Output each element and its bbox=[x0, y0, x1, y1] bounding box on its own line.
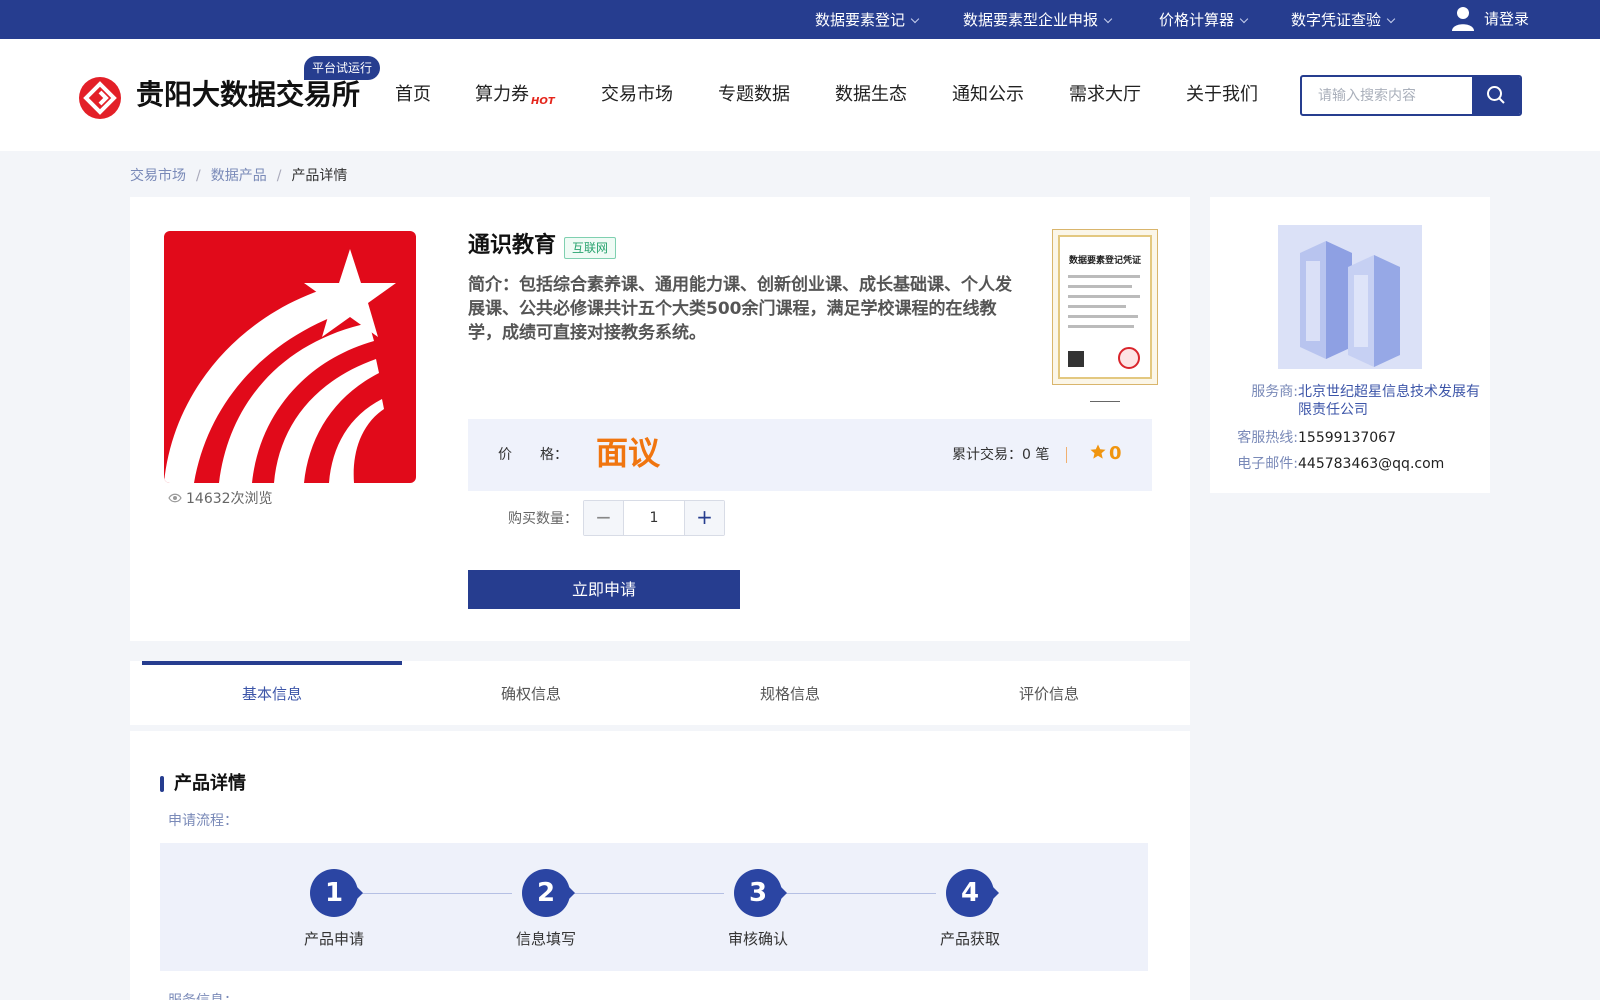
nav-home[interactable]: 首页 bbox=[395, 83, 431, 107]
registration-certificate[interactable]: 数据要素登记凭证 bbox=[1052, 229, 1158, 385]
seal-icon bbox=[1118, 347, 1140, 369]
logo-text[interactable]: 贵阳大数据交易所 bbox=[136, 77, 360, 113]
nav-data-ecosystem[interactable]: 数据生态 bbox=[835, 83, 907, 107]
flow-step: 3 审核确认 bbox=[698, 869, 818, 959]
topbar-link-data-registration[interactable]: 数据要素登记 bbox=[815, 10, 920, 30]
star-icon bbox=[1090, 444, 1106, 459]
breadcrumb-data-products[interactable]: 数据产品 bbox=[211, 168, 267, 184]
chevron-down-icon bbox=[1239, 14, 1249, 24]
tab-review-info[interactable]: 评价信息 bbox=[919, 661, 1179, 725]
price-band: 价 格： 面议 累计交易：0 笔 0 bbox=[468, 419, 1152, 491]
breadcrumb-current: 产品详情 bbox=[291, 168, 348, 184]
trade-count: 累计交易：0 笔 bbox=[952, 447, 1050, 463]
search-icon bbox=[1487, 86, 1505, 104]
rating: 0 bbox=[1090, 441, 1122, 467]
provider-key: 服务商: bbox=[1251, 384, 1298, 400]
quantity-input[interactable]: 1 bbox=[625, 501, 683, 535]
step-label: 审核确认 bbox=[727, 930, 788, 948]
chevron-down-icon bbox=[1103, 14, 1113, 24]
building-icon bbox=[1278, 225, 1422, 369]
quantity-label: 购买数量： bbox=[508, 511, 578, 527]
view-count: 14632次浏览 bbox=[168, 489, 273, 509]
chevron-down-icon bbox=[910, 14, 920, 24]
step-number: 3 bbox=[734, 869, 787, 917]
product-title: 通识教育 bbox=[468, 233, 557, 258]
login-link[interactable]: 请登录 bbox=[1452, 6, 1529, 32]
hotline-key: 客服热线: bbox=[1237, 430, 1298, 446]
nav-market[interactable]: 交易市场 bbox=[601, 83, 673, 107]
flow-step: 4 产品获取 bbox=[910, 869, 1030, 959]
search-button[interactable] bbox=[1472, 77, 1520, 114]
step-number: 4 bbox=[946, 869, 999, 917]
price-value: 面议 bbox=[596, 434, 661, 472]
service-info-label: 服务信息： bbox=[168, 991, 238, 1000]
product-detail-section: 产品详情 申请流程： 1 产品申请 2 信息填写 3 审核确认 4 产品获取 服… bbox=[130, 731, 1190, 1000]
site-header: 贵阳大数据交易所 平台试运行 首页 算力券 HOT 交易市场 专题数据 数据生态 … bbox=[0, 39, 1600, 151]
provider-card: 服务商: 北京世纪超星信息技术发展有限责任公司 客服热线: 1559913706… bbox=[1210, 197, 1490, 493]
email-value: 445783463@qq.com bbox=[1298, 456, 1445, 472]
search-box bbox=[1300, 75, 1522, 116]
apply-button[interactable]: 立即申请 bbox=[468, 570, 740, 609]
search-input[interactable] bbox=[1302, 77, 1472, 114]
info-tabs: 基本信息 确权信息 规格信息 评价信息 bbox=[130, 661, 1190, 725]
decrease-button[interactable]: − bbox=[584, 501, 624, 535]
step-number: 2 bbox=[522, 869, 575, 917]
step-label: 产品申请 bbox=[303, 930, 364, 948]
certificate-title: 数据要素登记凭证 bbox=[1068, 256, 1141, 266]
flow-step: 1 产品申请 bbox=[274, 869, 394, 959]
topbar-link-certificate-check[interactable]: 数字凭证查验 bbox=[1291, 10, 1396, 30]
section-title: 产品详情 bbox=[160, 773, 246, 795]
breadcrumb-market[interactable]: 交易市场 bbox=[130, 168, 186, 184]
category-tag: 互联网 bbox=[564, 237, 617, 259]
flow-label: 申请流程： bbox=[168, 813, 238, 829]
step-number: 1 bbox=[310, 869, 363, 917]
flow-step: 2 信息填写 bbox=[486, 869, 606, 959]
shooting-star-icon bbox=[164, 249, 396, 483]
application-flow: 1 产品申请 2 信息填写 3 审核确认 4 产品获取 bbox=[160, 843, 1148, 971]
quantity-stepper: − 1 + bbox=[583, 500, 725, 536]
user-icon bbox=[1452, 7, 1474, 31]
provider-name-link[interactable]: 北京世纪超星信息技术发展有限责任公司 bbox=[1298, 383, 1482, 419]
chevron-down-icon bbox=[1386, 14, 1396, 24]
breadcrumb: 交易市场 / 数据产品 / 产品详情 bbox=[130, 168, 348, 184]
hotline-value: 15599137067 bbox=[1298, 430, 1396, 446]
eye-icon bbox=[168, 493, 182, 503]
trial-badge: 平台试运行 bbox=[304, 56, 380, 80]
nav-demand-hall[interactable]: 需求大厅 bbox=[1069, 83, 1141, 107]
tab-ownership-info[interactable]: 确权信息 bbox=[401, 661, 661, 725]
tab-basic-info[interactable]: 基本信息 bbox=[142, 661, 402, 725]
qr-code-icon bbox=[1068, 351, 1084, 367]
hot-badge: HOT bbox=[531, 96, 555, 107]
price-label: 价 格： bbox=[498, 447, 568, 463]
increase-button[interactable]: + bbox=[684, 501, 724, 535]
nav-compute-voucher[interactable]: 算力券 HOT bbox=[475, 83, 555, 107]
top-bar: 数据要素登记 数据要素型企业申报 价格计算器 数字凭证查验 请登录 bbox=[0, 0, 1600, 39]
nav-notices[interactable]: 通知公示 bbox=[952, 83, 1024, 107]
nav-about[interactable]: 关于我们 bbox=[1186, 83, 1258, 107]
step-label: 产品获取 bbox=[939, 930, 1000, 948]
product-card: 14632次浏览 通识教育 互联网 简介：包括综合素养课、通用能力课、创新创业课… bbox=[130, 197, 1190, 641]
tab-spec-info[interactable]: 规格信息 bbox=[660, 661, 920, 725]
logo-icon[interactable] bbox=[79, 77, 121, 119]
nav-topic-data[interactable]: 专题数据 bbox=[718, 83, 790, 107]
product-description: 简介：包括综合素养课、通用能力课、创新创业课、成长基础课、个人发展课、公共必修课… bbox=[468, 275, 1012, 343]
topbar-link-price-calculator[interactable]: 价格计算器 bbox=[1159, 10, 1249, 30]
product-image bbox=[164, 231, 416, 483]
topbar-link-enterprise-apply[interactable]: 数据要素型企业申报 bbox=[963, 10, 1113, 30]
email-key: 电子邮件: bbox=[1237, 456, 1298, 472]
step-label: 信息填写 bbox=[515, 930, 576, 948]
